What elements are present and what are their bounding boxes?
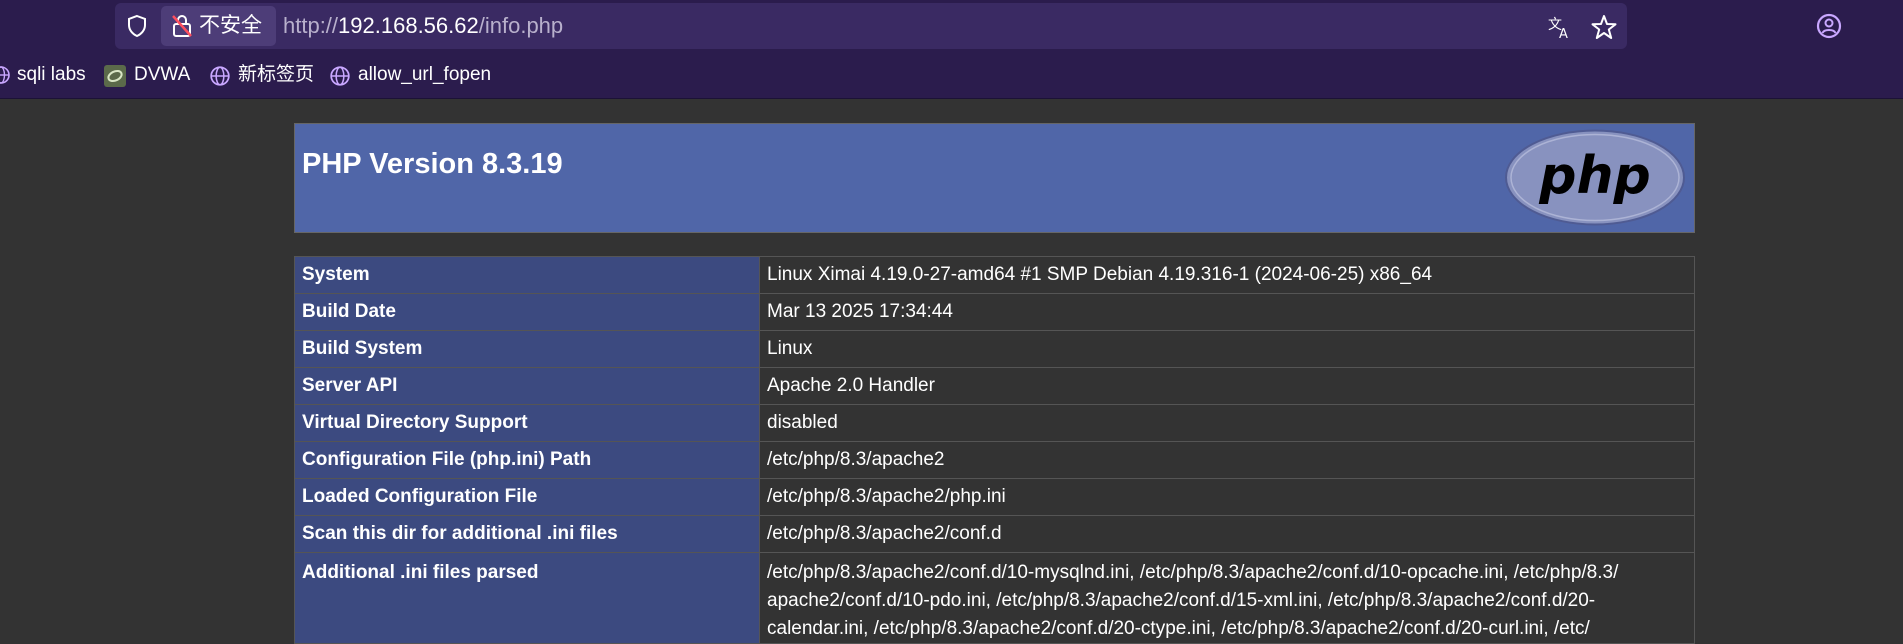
browser-chrome: 不安全 http://192.168.56.62/info.php 文 A sq… xyxy=(0,0,1903,99)
bookmark-star-icon[interactable] xyxy=(1590,13,1618,41)
value-line: calendar.ini, /etc/php/8.3/apache2/conf.… xyxy=(767,618,1590,639)
system-info-table: System Linux Ximai 4.19.0-27-amd64 #1 SM… xyxy=(294,256,1695,644)
row-key: Additional .ini files parsed xyxy=(294,552,760,644)
address-bar[interactable]: 不安全 http://192.168.56.62/info.php 文 A xyxy=(115,3,1627,49)
row-value: Apache 2.0 Handler xyxy=(759,367,1695,405)
row-key: Build Date xyxy=(294,293,760,331)
bookmark-label: DVWA xyxy=(134,64,191,85)
table-row: Build System Linux xyxy=(294,330,1695,368)
translate-icon[interactable]: 文 A xyxy=(1547,14,1573,40)
url-path: /info.php xyxy=(478,13,564,38)
table-row: System Linux Ximai 4.19.0-27-amd64 #1 SM… xyxy=(294,256,1695,294)
php-version-header: PHP Version 8.3.19 php xyxy=(294,123,1695,233)
row-value: Linux xyxy=(759,330,1695,368)
row-key: System xyxy=(294,256,760,294)
row-value: Mar 13 2025 17:34:44 xyxy=(759,293,1695,331)
insecure-label: 不安全 xyxy=(199,14,262,37)
shield-icon[interactable] xyxy=(125,14,149,38)
broken-lock-icon xyxy=(172,15,192,37)
url-text[interactable]: http://192.168.56.62/info.php xyxy=(283,3,563,49)
bookmarks-bar: sqli labs DVWA 新标签页 allow_url_fopen xyxy=(0,55,1903,95)
php-logo[interactable]: php xyxy=(1504,128,1686,227)
table-row: Build Date Mar 13 2025 17:34:44 xyxy=(294,293,1695,331)
account-icon[interactable] xyxy=(1815,12,1843,40)
globe-icon xyxy=(330,66,350,86)
row-key: Build System xyxy=(294,330,760,368)
row-value: Linux Ximai 4.19.0-27-amd64 #1 SMP Debia… xyxy=(759,256,1695,294)
table-row: Configuration File (php.ini) Path /etc/p… xyxy=(294,441,1695,479)
value-line: apache2/conf.d/10-pdo.ini, /etc/php/8.3/… xyxy=(767,590,1596,611)
table-row: Additional .ini files parsed /etc/php/8.… xyxy=(294,552,1695,644)
row-key: Configuration File (php.ini) Path xyxy=(294,441,760,479)
bookmark-label: 新标签页 xyxy=(238,64,315,85)
bookmark-label: allow_url_fopen xyxy=(358,64,492,85)
bookmark-new-tab[interactable]: 新标签页 xyxy=(209,55,315,95)
row-value: /etc/php/8.3/apache2 xyxy=(759,441,1695,479)
table-row: Virtual Directory Support disabled xyxy=(294,404,1695,442)
svg-text:php: php xyxy=(1538,146,1650,206)
table-row: Server API Apache 2.0 Handler xyxy=(294,367,1695,405)
row-value: /etc/php/8.3/apache2/php.ini xyxy=(759,478,1695,516)
insecure-connection-button[interactable]: 不安全 xyxy=(161,6,276,46)
bookmark-dvwa[interactable]: DVWA xyxy=(104,55,192,95)
row-value: /etc/php/8.3/apache2/conf.d xyxy=(759,515,1695,553)
bookmark-allow-url-fopen[interactable]: allow_url_fopen xyxy=(329,55,499,95)
url-prefix: http:// xyxy=(283,13,339,38)
bookmark-sqli-labs[interactable]: sqli labs xyxy=(0,55,92,95)
row-value: /etc/php/8.3/apache2/conf.d/10-mysqlnd.i… xyxy=(759,552,1695,644)
bookmark-label: sqli labs xyxy=(17,64,86,85)
row-key: Virtual Directory Support xyxy=(294,404,760,442)
table-row: Scan this dir for additional .ini files … xyxy=(294,515,1695,553)
phpinfo-page: PHP Version 8.3.19 php System Linux Xima… xyxy=(294,123,1695,644)
row-key: Scan this dir for additional .ini files xyxy=(294,515,760,553)
row-value: disabled xyxy=(759,404,1695,442)
svg-text:A: A xyxy=(1559,27,1568,40)
table-row: Loaded Configuration File /etc/php/8.3/a… xyxy=(294,478,1695,516)
page-title: PHP Version 8.3.19 xyxy=(302,148,563,180)
globe-icon xyxy=(0,66,10,84)
row-key: Server API xyxy=(294,367,760,405)
value-line: /etc/php/8.3/apache2/conf.d/10-mysqlnd.i… xyxy=(767,562,1619,583)
globe-icon xyxy=(210,66,230,86)
dvwa-favicon xyxy=(104,65,126,87)
row-key: Loaded Configuration File xyxy=(294,478,760,516)
url-host: 192.168.56.62 xyxy=(338,13,479,38)
